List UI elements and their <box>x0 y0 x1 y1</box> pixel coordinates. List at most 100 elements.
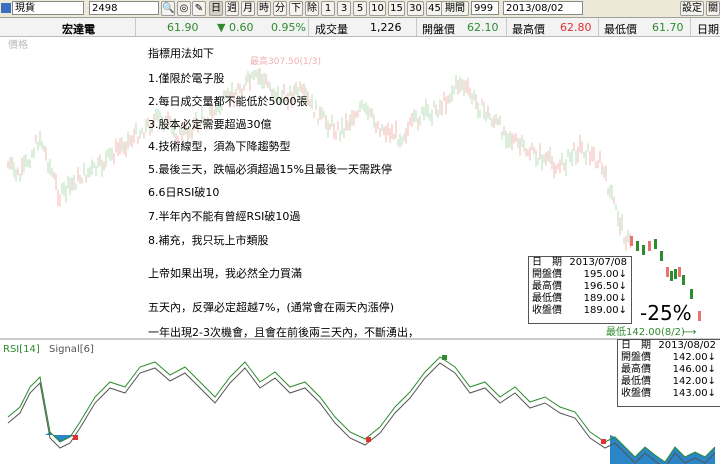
info-label: 開盤價 <box>621 352 651 363</box>
period-button[interactable]: 15 <box>388 1 405 16</box>
info-value: 142.00↓ <box>672 376 716 387</box>
info-label: 收盤價 <box>621 388 651 399</box>
info-value: 189.00↓ <box>583 305 627 316</box>
market-select[interactable]: 現貨 <box>12 1 84 15</box>
quote-bar: 宏達電 61.90 ▼ 0.60 0.95% 成交量 1,226 開盤價 62.… <box>0 18 720 37</box>
info-value: 142.00↓ <box>672 352 716 363</box>
note-line: 一年出現2-3次機會，且會在前後兩三天內，不斷湧出， <box>148 326 419 339</box>
crossover-marker <box>601 439 606 444</box>
period-button[interactable]: 日 <box>209 1 223 16</box>
info-value: 196.50↓ <box>583 281 627 292</box>
period-button[interactable]: 分 <box>273 1 287 16</box>
candle <box>642 245 645 255</box>
period-button[interactable]: 時 <box>257 1 271 16</box>
volume-value: 1,226 <box>370 21 402 34</box>
note-line: 上帝如果出現，我必然全力買滿 <box>148 267 302 280</box>
market-icon <box>1 3 11 13</box>
search-button[interactable]: 🔍 <box>161 1 175 16</box>
candle <box>630 236 633 246</box>
note-line: 8.補充，我只玩上市類股 <box>148 234 269 247</box>
period-button[interactable]: 下 <box>289 1 303 16</box>
rsi-panel <box>7 355 716 464</box>
info-label: 最低價 <box>532 293 562 304</box>
open-label: 開盤價 <box>422 23 455 36</box>
open-value: 62.10 <box>467 21 499 34</box>
note-line: 1.僅限於電子股 <box>148 72 225 85</box>
price-change: ▼ 0.60 <box>217 21 254 34</box>
date-input[interactable]: 2013/08/02 <box>503 1 583 15</box>
note-line: 5.最後三天，跌幅必須超過15%且最後一天需跌停 <box>148 163 392 176</box>
candle <box>678 267 681 277</box>
crossover-marker <box>442 355 447 360</box>
info-label: 最高價 <box>621 364 651 375</box>
price-axis-label: 價格 <box>8 38 28 51</box>
crossover-marker <box>366 437 371 442</box>
info-date-label: 日 期 <box>532 257 562 268</box>
extra-label: 日期 <box>697 23 719 36</box>
candle <box>674 269 677 279</box>
stock-code-input[interactable]: 2498 <box>89 1 159 15</box>
info-value: 195.00↓ <box>583 269 627 280</box>
info-value: 143.00↓ <box>672 388 716 399</box>
toolbar: 現貨 2498 🔍 ◎ ✎ 日週月時分下除 1 3 5 10 15 30 45 期間 999 … <box>0 0 720 18</box>
period-button[interactable]: 5 <box>353 1 367 16</box>
note-line: 3.股本必定需要超過30億 <box>148 118 272 131</box>
low-label: 最低價 <box>604 23 637 36</box>
change-percent: 0.95% <box>271 21 306 34</box>
close-button[interactable]: 關 <box>706 1 720 16</box>
period-count-input[interactable]: 999 <box>471 1 499 15</box>
crossover-marker <box>73 435 78 440</box>
stock-chart[interactable]: 價格 最高307.50(1/3) RSI[14] Signal[6] -25% … <box>0 37 720 464</box>
info-value: 146.00↓ <box>672 364 716 375</box>
low-annotation: 最低142.00(8/2) <box>606 325 685 338</box>
note-line: 6.6日RSI破10 <box>148 186 220 199</box>
period-button[interactable]: 月 <box>241 1 255 16</box>
candle <box>636 241 639 251</box>
info-box-0708: 日 期 2013/07/08 開盤價 195.00↓ 最高價 196.50↓ 最低價 189… <box>528 256 632 324</box>
info-box-0802: 日 期 2013/08/02 開盤價 142.00↓ 最高價 146.00↓ 最低價 142… <box>617 339 720 407</box>
peak-annotation: 最高307.50(1/3) <box>250 55 321 67</box>
drop-percent: -25% <box>640 301 692 325</box>
candle <box>666 267 669 277</box>
info-label: 開盤價 <box>532 269 562 280</box>
info-label: 收盤價 <box>532 305 562 316</box>
period-button[interactable]: 30 <box>407 1 424 16</box>
info-value: 189.00↓ <box>583 293 627 304</box>
note-line: 五天內，反彈必定超越7%，(通常會在兩天內漲停) <box>148 301 395 314</box>
period-button[interactable]: 除 <box>305 1 319 16</box>
last-price: 61.90 <box>167 21 199 34</box>
note-line: 7.半年內不能有曾經RSI破10過 <box>148 210 301 223</box>
stock-name: 宏達電 <box>62 23 95 36</box>
period-button[interactable]: 1 <box>321 1 335 16</box>
note-line: 指標用法如下 <box>148 47 214 60</box>
period-button[interactable]: 10 <box>369 1 386 16</box>
info-label: 最高價 <box>532 281 562 292</box>
signal-label: Signal[6] <box>49 344 94 355</box>
candle <box>660 251 663 261</box>
candle <box>682 275 685 285</box>
candle <box>648 241 651 251</box>
high-value: 62.80 <box>560 21 592 34</box>
edit-button[interactable]: ✎ <box>192 1 206 16</box>
arrow-icon: ⟶ <box>682 327 696 338</box>
settings-button[interactable]: 設定 <box>680 1 704 16</box>
rsi-label: RSI[14] <box>3 344 40 355</box>
info-date-label: 日 期 <box>621 340 651 351</box>
period-button[interactable]: 3 <box>337 1 351 16</box>
info-label: 最低價 <box>621 376 651 387</box>
volume-label: 成交量 <box>315 23 348 36</box>
info-date: 2013/07/08 <box>569 257 627 268</box>
period-label: 期間 <box>441 1 469 16</box>
period-button[interactable]: 週 <box>225 1 239 16</box>
candle <box>654 239 657 249</box>
info-date: 2013/08/02 <box>658 340 716 351</box>
note-line: 4.技術線型，須為下降趨勢型 <box>148 140 291 153</box>
low-value: 61.70 <box>652 21 684 34</box>
candle <box>690 289 693 299</box>
high-label: 最高價 <box>512 23 545 36</box>
note-line: 2.每日成交量都不能低於5000張 <box>148 95 308 108</box>
pattern-button[interactable]: ◎ <box>177 1 191 16</box>
candle <box>698 311 701 321</box>
candle <box>670 271 673 281</box>
signal-line <box>7 362 716 464</box>
